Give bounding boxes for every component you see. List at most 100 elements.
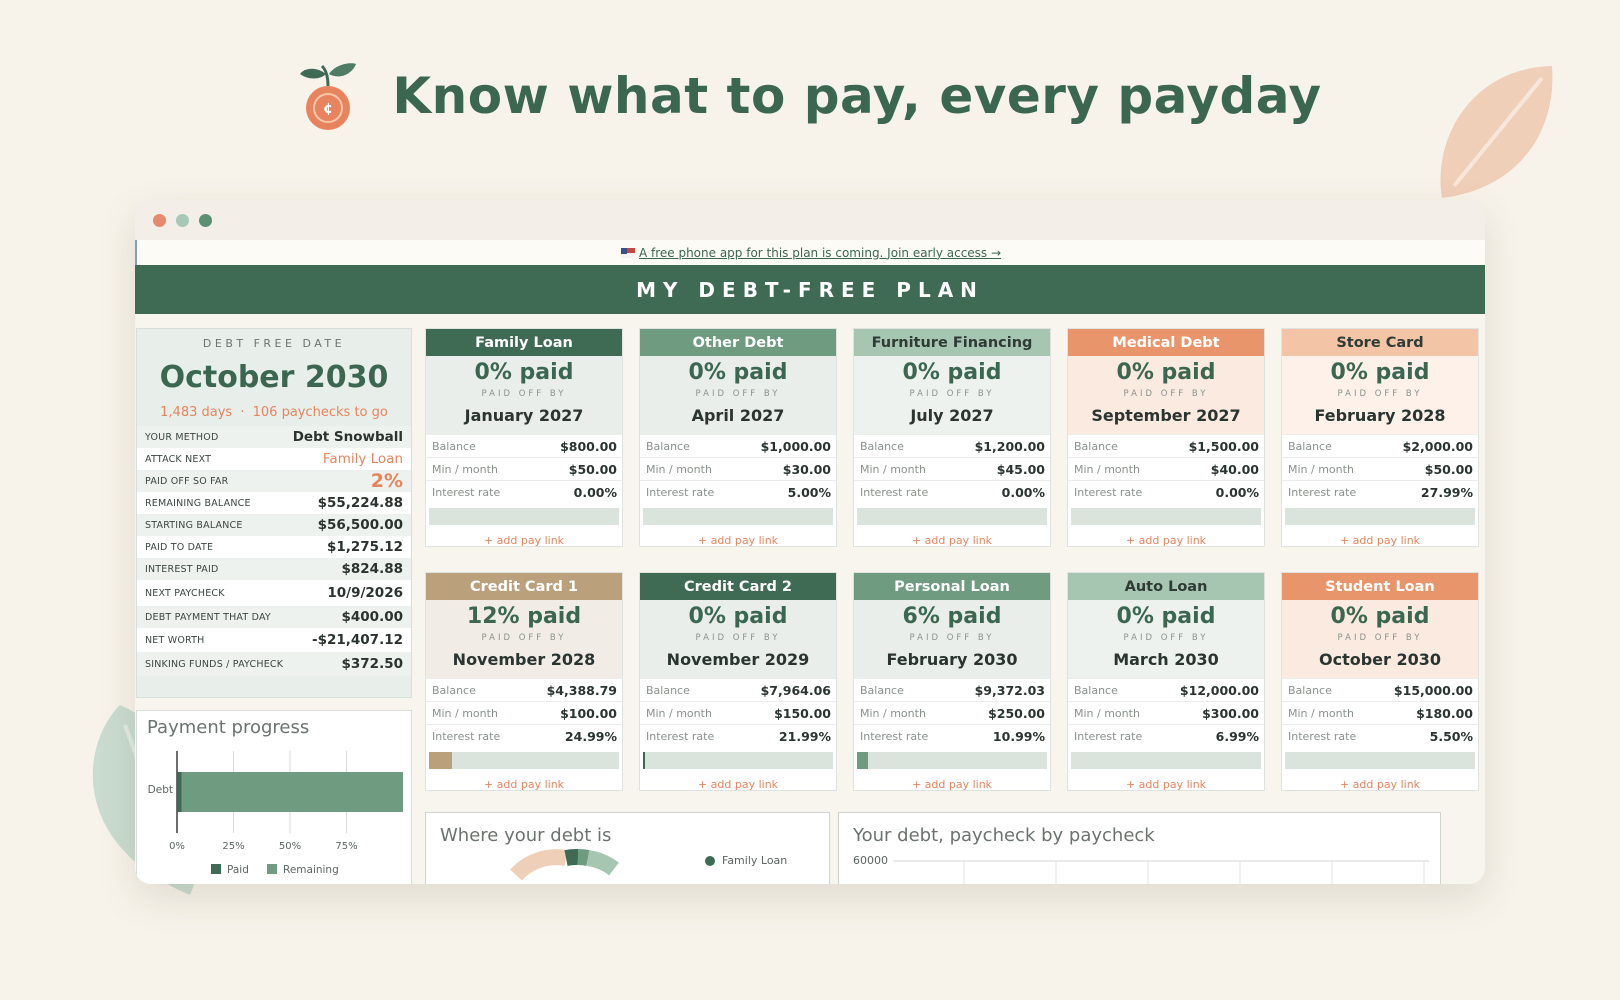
early-access-link[interactable]: A free phone app for this plan is coming… [639, 246, 1001, 260]
add-pay-link-button[interactable]: + add pay link [854, 778, 1050, 791]
debt-over-time-chart [893, 860, 1429, 884]
paid-off-by-label: PAID OFF BY [909, 389, 995, 399]
min-payment-row: Min / month $100.00 [426, 701, 622, 724]
debt-paid-percent: 0% paid [1116, 360, 1216, 385]
paid-off-date: October 2030 [1318, 650, 1442, 669]
interest-rate-label: Interest rate [1288, 729, 1357, 743]
separator-dot: · [240, 405, 245, 420]
summary-row-label: PAID OFF SO FAR [145, 475, 229, 487]
debt-card-name: Store Card [1282, 329, 1478, 356]
summary-row-value: $55,224.88 [317, 495, 403, 511]
debt-card: Personal Loan 6% paid PAID OFF BY February … [853, 572, 1051, 791]
debt-free-date: October 2030 [159, 360, 389, 395]
debt-progress-bar [857, 508, 1047, 525]
balance-label: Balance [1288, 683, 1332, 697]
min-payment-value: $50.00 [1424, 461, 1473, 477]
y-category-label: Debt [148, 784, 173, 796]
interest-rate-label: Interest rate [646, 729, 715, 743]
add-pay-link-button[interactable]: + add pay link [854, 534, 1050, 547]
debt-card-summary: 6% paid PAID OFF BY February 2030 [854, 600, 1050, 678]
balance-value: $800.00 [560, 438, 617, 454]
summary-row-value: $824.88 [341, 561, 404, 577]
summary-panel: DEBT FREE DATE October 2030 1,483 days ·… [136, 328, 412, 698]
debt-card-name: Other Debt [640, 329, 836, 356]
summary-row-label: NEXT PAYCHECK [145, 587, 225, 599]
debt-card: Student Loan 0% paid PAID OFF BY October 20… [1281, 572, 1479, 791]
debt-paid-percent: 0% paid [902, 360, 1002, 385]
summary-row-value: $400.00 [341, 609, 404, 625]
debt-progress-bar [429, 752, 619, 769]
summary-row-value: $56,500.00 [317, 517, 403, 533]
bar-paid [177, 772, 182, 812]
interest-rate-row: Interest rate 6.99% [1068, 724, 1264, 747]
add-pay-link-button[interactable]: + add pay link [1282, 778, 1478, 791]
summary-row: REMAINING BALANCE $55,224.88 [137, 492, 411, 514]
window-minimize-button[interactable] [176, 214, 189, 227]
debt-card-summary: 0% paid PAID OFF BY April 2027 [640, 356, 836, 434]
add-pay-link-button[interactable]: + add pay link [1068, 534, 1264, 547]
debt-progress-bar [1285, 508, 1475, 525]
payment-progress-card: Payment progress 0% 25% 50% 75% Debt Paid Rema… [136, 710, 412, 884]
add-pay-link-button[interactable]: + add pay link [1282, 534, 1478, 547]
debt-card: Credit Card 2 0% paid PAID OFF BY November … [639, 572, 837, 791]
debt-card-name: Medical Debt [1068, 329, 1264, 356]
balance-row: Balance $1,500.00 [1068, 434, 1264, 457]
interest-rate-row: Interest rate 27.99% [1282, 480, 1478, 503]
donut-legend-item: Family Loan [722, 854, 788, 867]
paid-off-date: February 2028 [1314, 406, 1446, 425]
interest-rate-label: Interest rate [860, 485, 929, 499]
debt-paid-percent: 0% paid [1330, 604, 1430, 629]
add-pay-link-button[interactable]: + add pay link [640, 534, 836, 547]
min-payment-row: Min / month $180.00 [1282, 701, 1478, 724]
summary-row: ATTACK NEXT Family Loan [137, 448, 411, 470]
min-payment-row: Min / month $45.00 [854, 457, 1050, 480]
plan-title: MY DEBT-FREE PLAN [135, 265, 1485, 314]
min-payment-row: Min / month $250.00 [854, 701, 1050, 724]
debt-card-summary: 0% paid PAID OFF BY February 2028 [1282, 356, 1478, 434]
summary-row-value: -$21,407.12 [311, 632, 403, 648]
balance-value: $12,000.00 [1179, 682, 1259, 698]
min-payment-value: $40.00 [1210, 461, 1259, 477]
balance-label: Balance [1288, 439, 1332, 453]
balance-row: Balance $2,000.00 [1282, 434, 1478, 457]
debt-paid-percent: 12% paid [466, 604, 582, 629]
legend-swatch [705, 856, 715, 866]
balance-value: $2,000.00 [1402, 438, 1473, 454]
balance-value: $4,388.79 [546, 682, 617, 698]
donut-arc [577, 849, 590, 866]
interest-rate-label: Interest rate [1074, 729, 1143, 743]
add-pay-link-button[interactable]: + add pay link [640, 778, 836, 791]
early-access-banner[interactable]: A free phone app for this plan is coming… [135, 240, 1485, 265]
window-close-button[interactable] [153, 214, 166, 227]
summary-row: SINKING FUNDS / PAYCHECK $372.50 [137, 652, 411, 676]
paid-off-by-label: PAID OFF BY [1337, 389, 1423, 399]
debt-card-name: Credit Card 1 [426, 573, 622, 600]
debt-progress-bar [643, 752, 833, 769]
summary-row-label: ATTACK NEXT [145, 453, 212, 465]
interest-rate-value: 0.00% [1001, 484, 1045, 500]
interest-rate-value: 0.00% [1215, 484, 1259, 500]
summary-row-value: $1,275.12 [326, 539, 403, 555]
x-tick-label: 25% [222, 841, 244, 852]
debt-card: Store Card 0% paid PAID OFF BY February 202… [1281, 328, 1479, 547]
paid-off-by-label: PAID OFF BY [909, 633, 995, 643]
debt-card-name: Furniture Financing [854, 329, 1050, 356]
summary-row-value: Family Loan [322, 451, 403, 467]
debt-progress-bar [643, 508, 833, 525]
paid-off-by-label: PAID OFF BY [1123, 389, 1209, 399]
paid-off-by-label: PAID OFF BY [1123, 633, 1209, 643]
min-payment-label: Min / month [860, 706, 926, 720]
balance-label: Balance [1074, 683, 1118, 697]
balance-row: Balance $7,964.06 [640, 678, 836, 701]
interest-rate-label: Interest rate [432, 485, 501, 499]
debt-paid-percent: 0% paid [1330, 360, 1430, 385]
add-pay-link-button[interactable]: + add pay link [1068, 778, 1264, 791]
debt-paid-percent: 6% paid [902, 604, 1002, 629]
summary-row-label: STARTING BALANCE [145, 519, 243, 531]
summary-row: PAID OFF SO FAR 2% [137, 470, 411, 492]
add-pay-link-button[interactable]: + add pay link [426, 534, 622, 547]
min-payment-label: Min / month [432, 462, 498, 476]
debt-card-summary: 0% paid PAID OFF BY July 2027 [854, 356, 1050, 434]
window-maximize-button[interactable] [199, 214, 212, 227]
add-pay-link-button[interactable]: + add pay link [426, 778, 622, 791]
